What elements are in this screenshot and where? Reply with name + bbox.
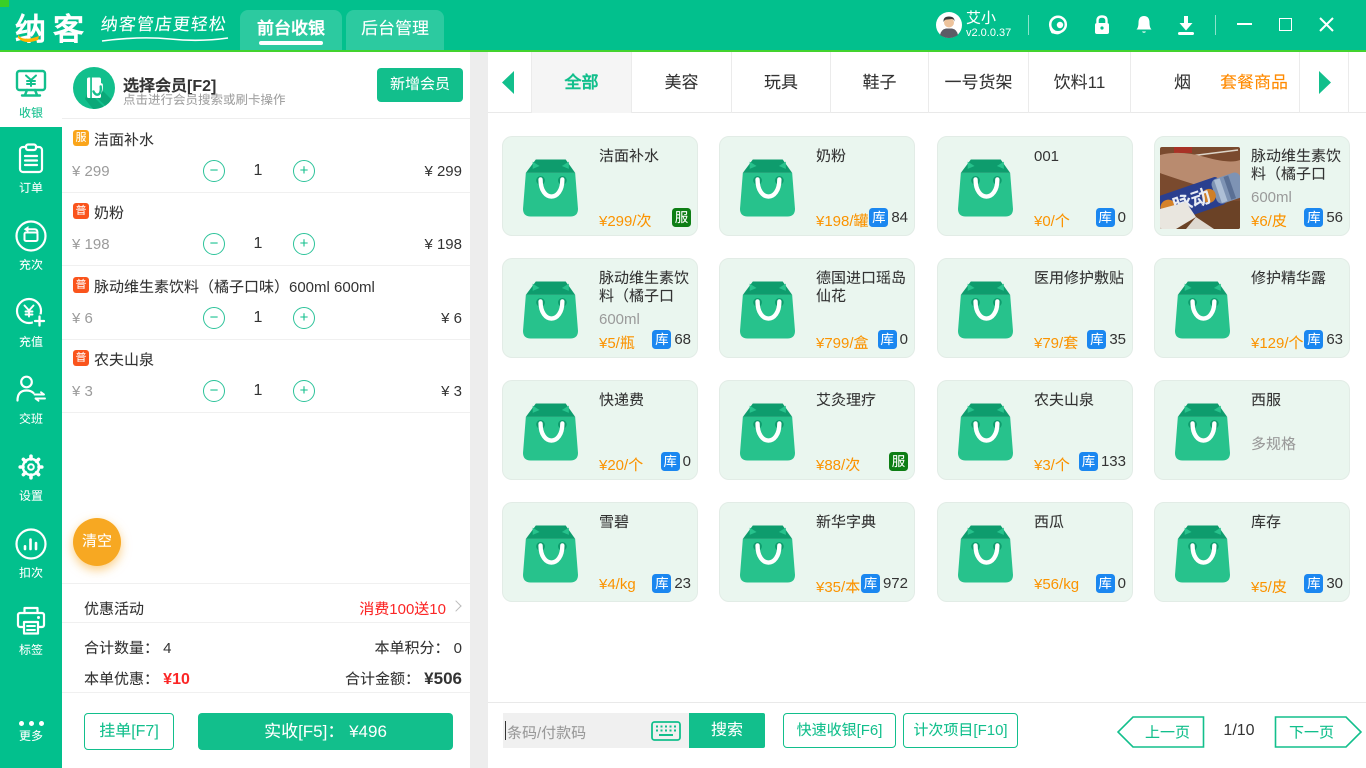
svg-text:下一页: 下一页 bbox=[1289, 722, 1334, 743]
svg-text:上一页: 上一页 bbox=[1145, 722, 1190, 743]
